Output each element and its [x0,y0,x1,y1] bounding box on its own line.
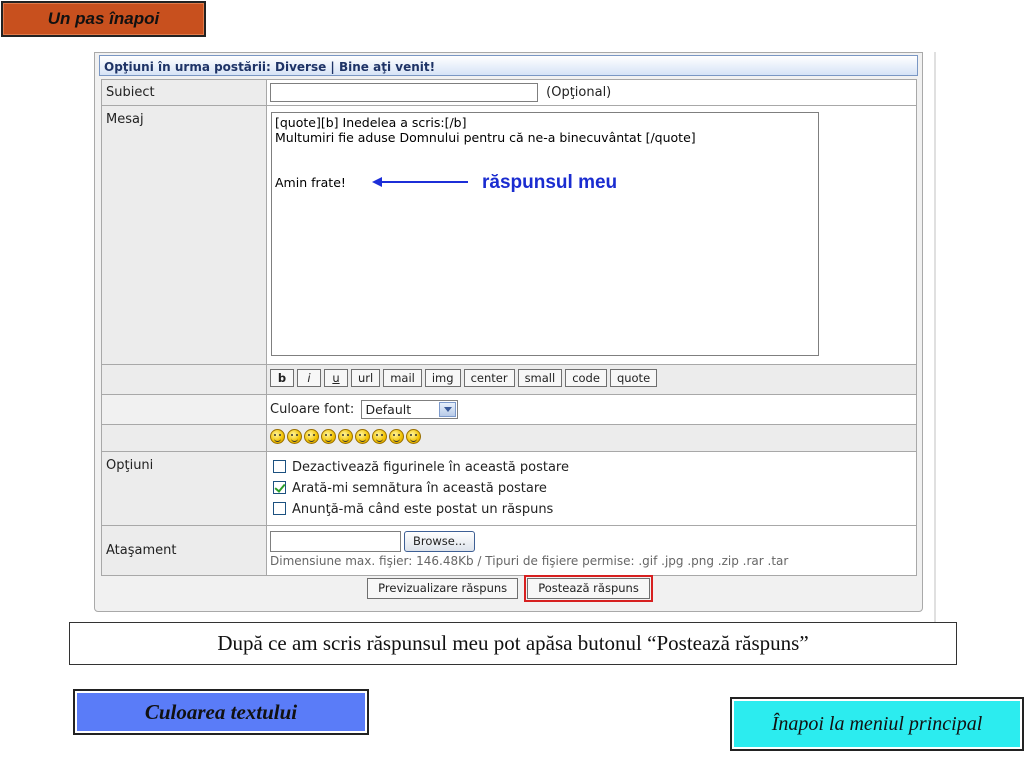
smiley-icon[interactable] [372,429,387,444]
font-color-value: Default [365,402,412,417]
font-color-row: Culoare font: Default [267,395,916,424]
form-actions: Previzualizare răspuns Postează răspuns [95,575,924,602]
subject-label: Subiect [101,79,267,106]
post-button-highlight: Postează răspuns [524,575,653,602]
message-label: Mesaj [101,105,267,365]
message-line-2: Multumiri fie aduse Domnului pentru că n… [275,130,696,145]
text-color-button-label: Culoarea textului [144,700,298,724]
font-color-select[interactable]: Default [361,400,459,419]
file-path-input[interactable] [270,531,401,552]
option-label: Arată-mi semnătura în această postare [292,481,547,496]
subject-optional-note: (Opţional) [546,85,612,100]
checkbox-notify-reply[interactable] [273,502,286,515]
chevron-down-icon[interactable] [439,402,457,417]
reply-form-window: Opţiuni în urma postării: Diverse | Bine… [94,52,923,612]
font-color-label: Culoare font: [270,402,355,417]
option-disable-smilies[interactable]: Dezactivează figurinele în această posta… [273,457,910,478]
main-menu-button[interactable]: Înapoi la meniul principal [730,697,1024,751]
bbcode-url-button[interactable]: url [351,369,381,387]
message-cell: [quote][b] Inedelea a scris:[/b] Multumi… [266,105,917,365]
main-menu-button-label: Înapoi la meniul principal [771,713,983,735]
browse-button[interactable]: Browse... [404,531,475,552]
bbcode-img-button[interactable]: img [424,369,461,387]
font-color-cell: Culoare font: Default [266,394,917,425]
message-line-1: [quote][b] Inedelea a scris:[/b] [275,115,467,130]
bbcode-small-button[interactable]: small [517,369,563,387]
checkbox-show-signature[interactable] [273,481,286,494]
post-reply-button[interactable]: Postează răspuns [527,578,650,599]
bbcode-quote-button[interactable]: quote [609,369,658,387]
message-gap [275,145,815,175]
bbcode-cell: b i u url mail img center small code quote [266,364,917,395]
attachment-note: Dimensiune max. fişier: 146.48Kb / Tipur… [270,554,789,568]
options-cell: Dezactivează figurinele în această posta… [266,451,917,526]
form-header-title: Opţiuni în urma postării: Diverse | Bine… [104,60,436,74]
back-button-label: Un pas înapoi [47,9,160,28]
smilies-label-cell [101,424,267,452]
option-show-signature[interactable]: Arată-mi semnătura în această postare [273,478,910,499]
subject-cell: (Opţional) [266,79,917,106]
back-button[interactable]: Un pas înapoi [1,1,206,37]
bbcode-center-button[interactable]: center [463,369,515,387]
smilies-row [267,425,916,448]
font-color-label-cell [101,394,267,425]
smiley-icon[interactable] [355,429,370,444]
bbcode-code-button[interactable]: code [565,369,607,387]
subject-input[interactable] [270,83,538,102]
attachment-label: Ataşament [101,525,267,576]
option-label: Anunţă-mă când este postat un răspuns [292,502,554,517]
checkbox-disable-smilies[interactable] [273,460,286,473]
option-label: Dezactivează figurinele în această posta… [292,460,569,475]
bbcode-bold-button[interactable]: b [270,369,294,387]
options-list: Dezactivează figurinele în această posta… [267,452,916,525]
smiley-icon[interactable] [389,429,404,444]
attachment-controls: Browse... Dimensiune max. fişier: 146.48… [267,526,916,571]
slide-caption: După ce am scris răspunsul meu pot apăsa… [69,622,957,665]
arrow-shaft [380,181,468,183]
bbcode-label-cell [101,364,267,395]
preview-reply-button[interactable]: Previzualizare răspuns [367,578,519,599]
smiley-icon[interactable] [287,429,302,444]
bbcode-mail-button[interactable]: mail [383,369,422,387]
smiley-icon[interactable] [270,429,285,444]
option-notify-reply[interactable]: Anunţă-mă când este postat un răspuns [273,499,910,520]
smiley-icon[interactable] [321,429,336,444]
window-edge [934,52,936,628]
bbcode-italic-button[interactable]: i [297,369,321,387]
smilies-cell [266,424,917,452]
smiley-icon[interactable] [338,429,353,444]
arrow-head [372,177,382,187]
smiley-icon[interactable] [304,429,319,444]
form-header: Opţiuni în urma postării: Diverse | Bine… [99,55,918,76]
bbcode-toolbar: b i u url mail img center small code quote [267,365,916,390]
smiley-icon[interactable] [406,429,421,444]
text-color-button[interactable]: Culoarea textului [73,689,369,735]
reply-form-table: Subiect (Opţional) Mesaj [quote][b] Ined… [101,79,917,576]
attachment-cell: Browse... Dimensiune max. fişier: 146.48… [266,525,917,576]
reply-annotation: răspunsul meu [482,172,618,193]
options-label: Opţiuni [101,451,267,526]
arrow-left-icon [372,175,468,189]
bbcode-underline-button[interactable]: u [324,369,348,387]
message-textarea[interactable]: [quote][b] Inedelea a scris:[/b] Multumi… [271,112,819,356]
